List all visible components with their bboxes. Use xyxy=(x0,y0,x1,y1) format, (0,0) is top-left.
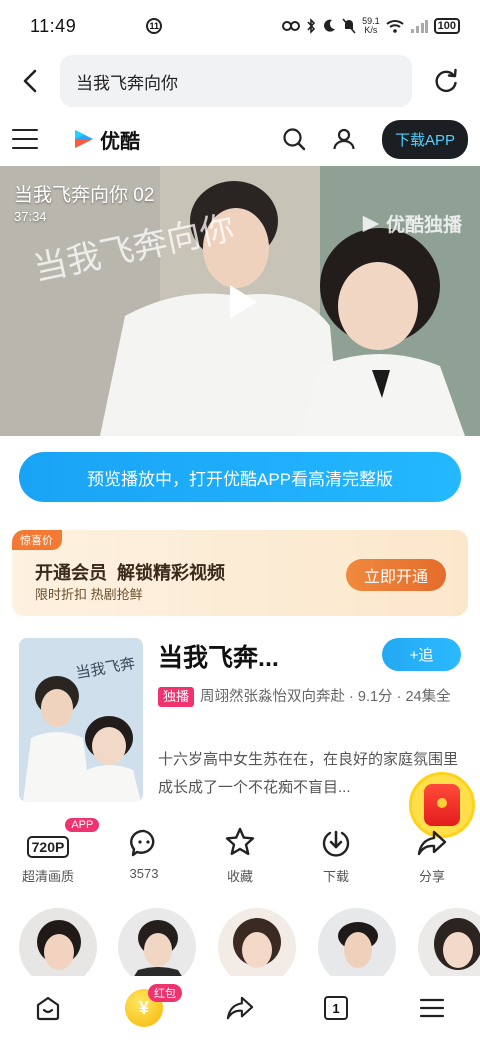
action-favorite-label: 收藏 xyxy=(226,869,253,884)
show-poster[interactable]: 当我飞奔 xyxy=(19,638,143,802)
bottom-nav: ¥ 红包 1 xyxy=(0,976,480,1040)
battery-icon: 100 xyxy=(433,18,460,34)
cast-photo xyxy=(338,922,378,968)
action-comments[interactable]: 3573 xyxy=(96,822,192,888)
nav-tabs[interactable]: 1 xyxy=(288,976,384,1040)
video-title: 当我飞奔向你 02 xyxy=(14,185,155,206)
link-icon xyxy=(282,21,301,31)
bluetooth-icon xyxy=(307,18,316,34)
action-download[interactable]: 下载 xyxy=(288,822,384,888)
cast-photo xyxy=(233,918,281,968)
red-packet-icon xyxy=(424,784,460,826)
tab-count: 1 xyxy=(332,1000,340,1016)
signal-icon xyxy=(410,20,428,33)
cast-avatar[interactable] xyxy=(218,908,296,976)
vip-title: 开通会员 解锁精彩视频 xyxy=(35,563,226,583)
share-icon xyxy=(417,830,447,856)
poster-image: 当我飞奔 xyxy=(19,638,143,802)
action-download-label: 下载 xyxy=(322,869,349,884)
hd-quality-icon: 720P xyxy=(26,836,70,858)
play-icon[interactable] xyxy=(226,282,260,322)
chevron-left-icon xyxy=(23,69,37,93)
action-comments-label: 3573 xyxy=(129,866,159,881)
download-app-button[interactable]: 下载APP xyxy=(381,119,468,159)
open-app-button[interactable]: 预览播放中，打开优酷APP看高清完整版 xyxy=(19,452,461,502)
action-share[interactable]: 分享 xyxy=(384,822,480,888)
video-duration: 37:34 xyxy=(14,209,47,224)
nav-menu[interactable] xyxy=(384,976,480,1040)
status-icons: 59.1 K/s 100 xyxy=(282,17,460,35)
refresh-icon xyxy=(435,68,457,93)
status-bar: 11:49 11 59.1 K/s 100 xyxy=(0,0,480,52)
action-share-label: 分享 xyxy=(418,869,445,884)
nav-share[interactable] xyxy=(192,976,288,1040)
follow-button[interactable]: +追 xyxy=(382,638,461,671)
net-speed: 59.1 K/s xyxy=(362,17,380,35)
forward-icon xyxy=(226,996,254,1020)
show-title: 当我飞奔... xyxy=(158,644,279,672)
cast-avatar[interactable] xyxy=(418,908,480,976)
nav-red-packet[interactable]: ¥ 红包 xyxy=(96,976,192,1040)
notification-icon: 11 xyxy=(146,18,163,34)
cast-photo xyxy=(134,920,182,976)
menu-button[interactable] xyxy=(12,129,38,149)
cast-row xyxy=(0,908,480,976)
cast-avatar[interactable] xyxy=(118,908,196,976)
watermark-text: 优酷独播 xyxy=(385,215,462,236)
youku-watermark-icon xyxy=(362,215,380,232)
refresh-button[interactable] xyxy=(412,52,480,110)
net-speed-value: 59.1 K/s xyxy=(362,16,380,35)
moon-icon xyxy=(324,19,336,32)
cast-photo xyxy=(37,920,81,970)
action-quality-label: 超清画质 xyxy=(21,869,74,884)
nav-home[interactable] xyxy=(0,976,96,1040)
action-favorite[interactable]: 收藏 xyxy=(192,822,288,888)
browser-bar: 当我飞奔向你 xyxy=(0,52,480,110)
comment-icon xyxy=(130,829,155,857)
video-player[interactable]: 当我飞奔向你 当我飞奔向你 02 37:34 优酷独播 xyxy=(0,166,480,436)
battery-level: 100 xyxy=(437,20,456,32)
youku-logo[interactable]: 优酷 xyxy=(72,125,140,154)
tabs-icon: 1 xyxy=(324,996,348,1020)
download-icon xyxy=(322,830,350,857)
cast-photo xyxy=(434,918,480,970)
user-icon[interactable] xyxy=(332,127,356,151)
star-icon xyxy=(225,827,255,855)
show-meta-text: 周翊然张淼怡双向奔赴 · 9.1分 · 24集全 xyxy=(200,689,451,705)
logo-text: 优酷 xyxy=(100,130,140,153)
home-icon xyxy=(36,996,60,1021)
vip-banner[interactable]: 惊喜价 开通会员 解锁精彩视频 限时折扣 热剧抢鲜 立即开通 xyxy=(12,530,468,616)
address-bar[interactable]: 当我飞奔向你 xyxy=(60,55,412,107)
wifi-icon xyxy=(385,20,404,33)
action-quality[interactable]: 720P APP 超清画质 xyxy=(0,818,100,888)
vip-tag: 惊喜价 xyxy=(12,530,62,550)
vip-open-button[interactable]: 立即开通 xyxy=(346,559,446,591)
show-meta: 独播 周翊然张淼怡双向奔赴 · 9.1分 · 24集全 xyxy=(158,685,468,710)
cast-avatar[interactable] xyxy=(318,908,396,976)
search-icon[interactable] xyxy=(282,127,306,151)
video-watermark: 优酷独播 xyxy=(360,210,462,237)
app-badge: APP xyxy=(65,818,100,832)
mute-icon xyxy=(342,18,356,34)
address-text: 当我飞奔向你 xyxy=(76,73,178,93)
action-row: 720P APP 超清画质 3573 收藏 下载 分享 xyxy=(0,818,480,888)
cast-avatar[interactable] xyxy=(19,908,97,976)
hongbao-tag: 红包 xyxy=(148,984,182,1002)
vip-subtitle: 限时折扣 热剧抢鲜 xyxy=(35,587,143,602)
header-actions: 下载APP xyxy=(282,119,468,159)
menu-icon xyxy=(419,998,445,1018)
back-button[interactable] xyxy=(0,52,60,110)
exclusive-badge: 独播 xyxy=(158,687,195,707)
coin-symbol: ¥ xyxy=(138,997,149,1018)
status-time: 11:49 xyxy=(30,15,77,36)
site-header: 优酷 下载APP xyxy=(0,112,480,166)
youku-logo-icon xyxy=(75,130,93,148)
